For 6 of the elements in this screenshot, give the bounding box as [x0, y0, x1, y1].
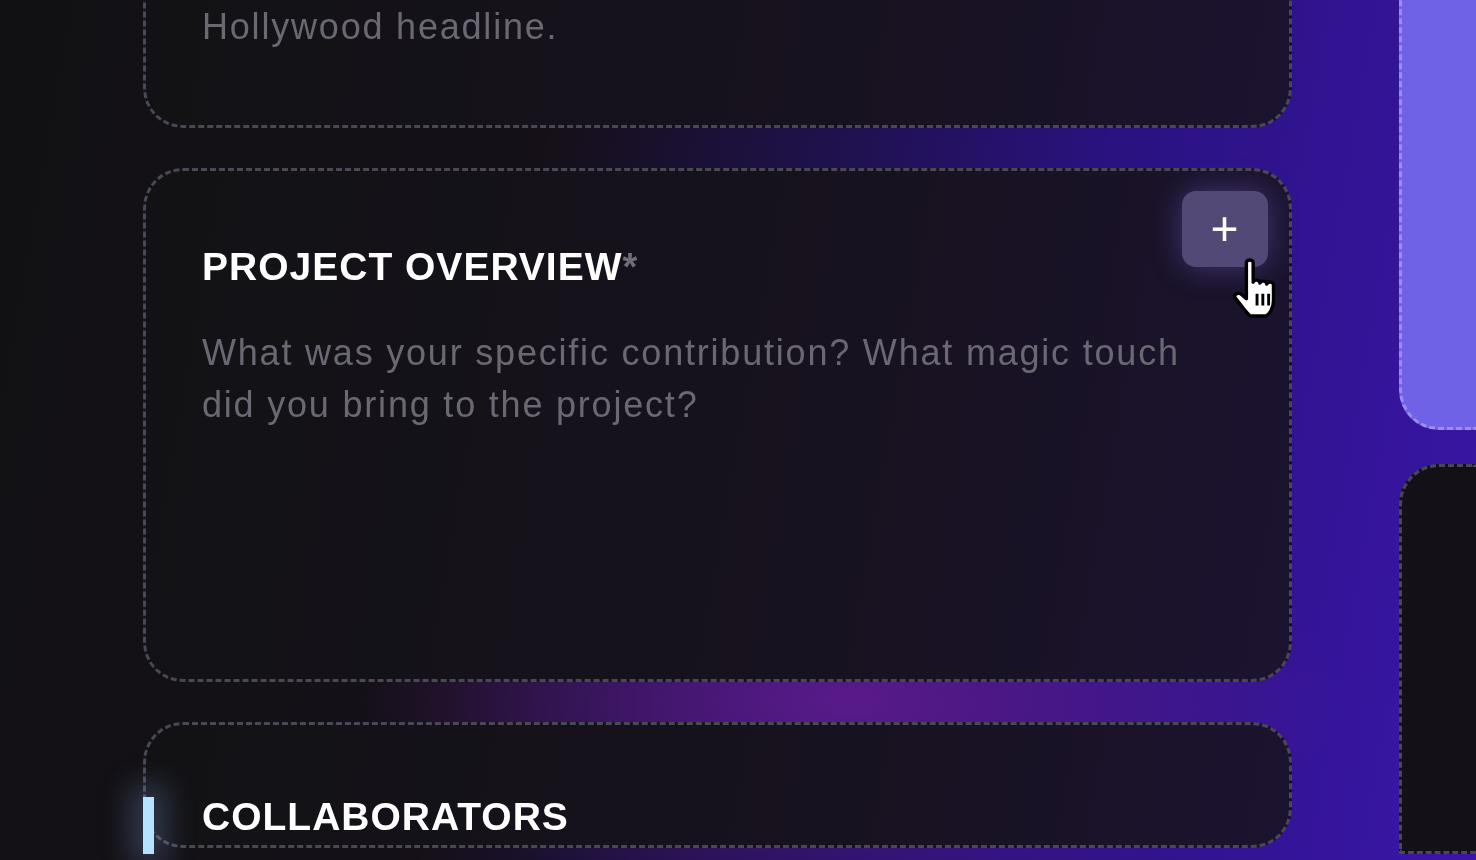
section-title: PROJECT OVERVIEW — [202, 245, 623, 289]
text-area[interactable]: What was your specific contribution? What magic touch did you bring to the project? — [202, 327, 1232, 431]
text-area[interactable]: Hollywood headline. — [202, 1, 1233, 53]
add-button[interactable]: + — [1181, 191, 1268, 267]
required-mark: * — [622, 246, 638, 289]
section-title: COLLABORATORS — [202, 795, 569, 839]
